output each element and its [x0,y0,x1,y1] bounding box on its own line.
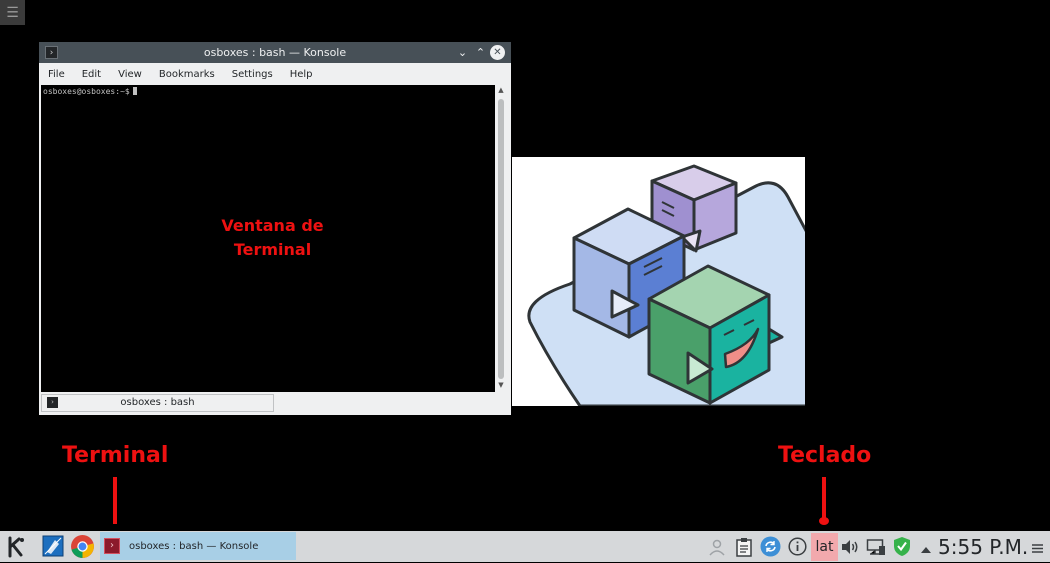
session-tab-label: osboxes : bash [120,397,195,408]
menu-view[interactable]: View [109,65,150,85]
shell-prompt: osboxes@osboxes:~$ [43,87,137,96]
taskbar-task-konsole[interactable]: › osboxes : bash — Konsole [100,532,296,560]
keyboard-layout-indicator[interactable]: lat [811,533,838,561]
menubar: File Edit View Bookmarks Settings Help [39,65,321,85]
terminal-annotation-line [113,477,117,524]
window-titlebar[interactable]: › osboxes : bash — Konsole ⌄ ⌃ ✕ [39,42,511,63]
expand-arrow-icon[interactable] [920,541,932,553]
window-title: osboxes : bash — Konsole [203,46,347,59]
terminal-annotation: Terminal [62,443,169,468]
task-label: osboxes : bash — Konsole [129,541,259,552]
text-cursor [132,87,137,95]
menu-settings[interactable]: Settings [223,65,281,85]
menu-help[interactable]: Help [281,65,321,85]
prompt-text: osboxes@osboxes:~$ [43,87,130,96]
scroll-up-icon[interactable]: ▲ [495,86,507,94]
keyboard-annotation: Teclado [778,443,872,468]
cubes-illustration [527,164,805,406]
clipboard-icon[interactable] [735,537,753,557]
kate-icon[interactable] [41,534,65,558]
menu-file[interactable]: File [39,65,73,85]
keyboard-annotation-line [822,477,826,522]
clock[interactable]: 5:55 P.M. [938,535,1028,559]
keyboard-annotation-dot [819,517,829,525]
desktop-toolbox-icon[interactable]: ☰ [0,0,25,25]
session-tab[interactable]: › osboxes : bash [41,394,274,412]
konsole-icon: › [104,538,120,554]
kde-menu-icon[interactable] [4,535,28,559]
network-icon[interactable] [866,537,886,557]
vertical-scrollbar[interactable]: ▲ ▼ [495,85,507,392]
user-icon[interactable] [708,538,726,556]
scrollbar-thumb[interactable] [498,99,504,379]
taskbar: › osboxes : bash — Konsole lat 5:55 P.M. [0,531,1050,562]
minimize-button[interactable]: ⌄ [455,45,470,60]
updates-icon[interactable] [760,536,781,557]
scroll-down-icon[interactable]: ▼ [495,381,507,389]
info-icon[interactable] [788,537,807,556]
menu-bookmarks[interactable]: Bookmarks [150,65,223,85]
volume-icon[interactable] [840,537,860,557]
maximize-button[interactable]: ⌃ [473,45,488,60]
wallpaper-cubes-logo [512,157,805,406]
window-annotation: Ventana de Terminal [221,216,324,259]
chrome-icon[interactable] [70,534,95,559]
menu-edit[interactable]: Edit [73,65,109,85]
close-button[interactable]: ✕ [490,45,505,60]
shield-icon[interactable] [893,536,911,557]
menu-icon[interactable] [1031,540,1044,553]
